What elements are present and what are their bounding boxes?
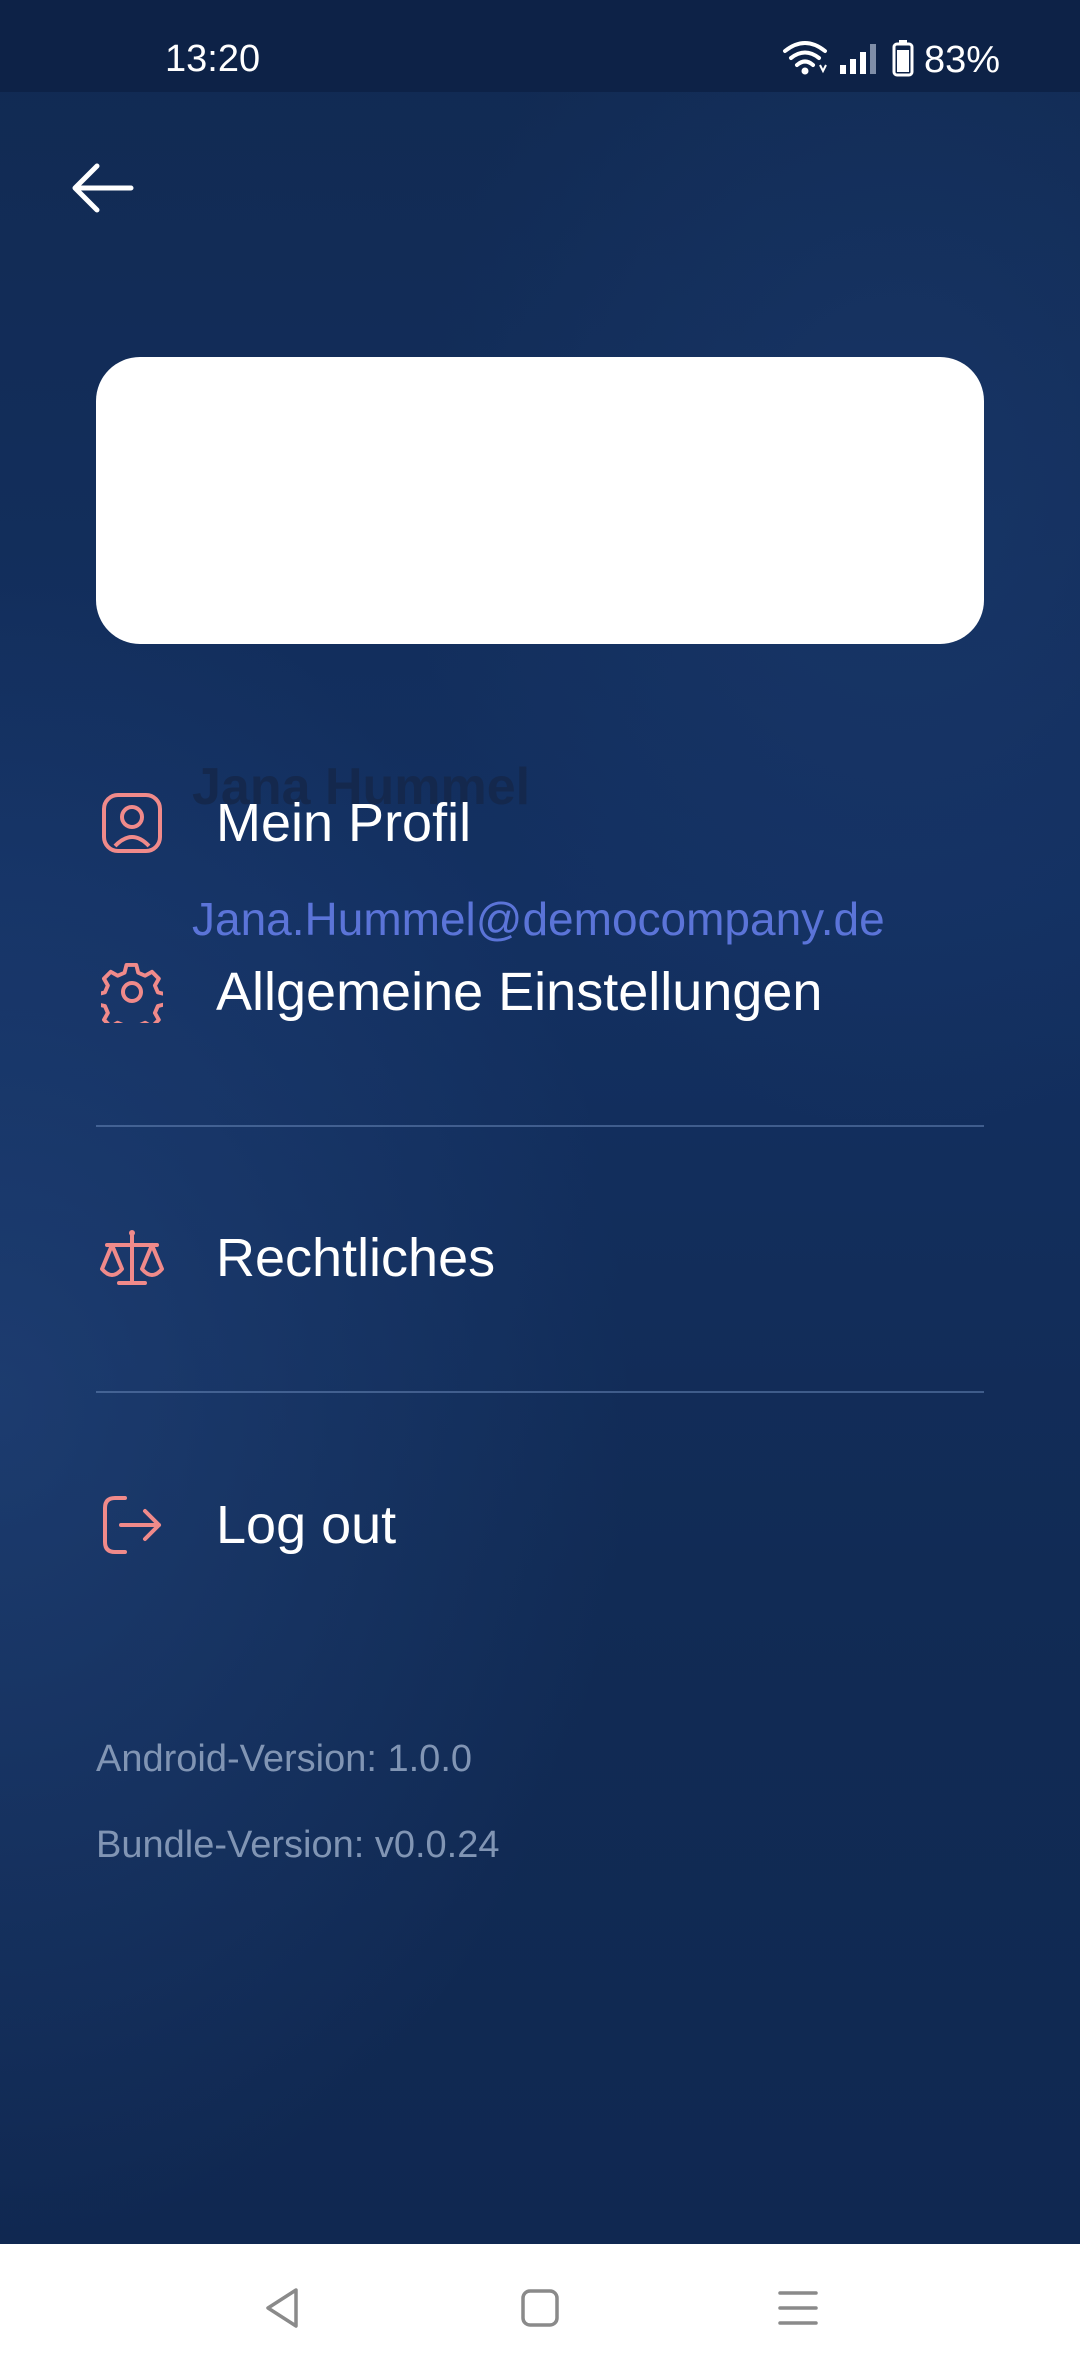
nav-menu-button[interactable] (758, 2270, 838, 2350)
app-background (0, 0, 1080, 2244)
logout-icon (96, 1489, 168, 1561)
menu-item-label: Log out (216, 1495, 397, 1555)
menu-item-legal[interactable]: Rechtliches (96, 1203, 984, 1313)
back-triangle-icon (262, 2286, 302, 2335)
menu-item-label: Allgemeine Einstellungen (216, 962, 823, 1022)
menu-item-logout[interactable]: Log out (96, 1470, 984, 1580)
battery-percentage: 83% (923, 38, 1000, 81)
menu-item-profile[interactable]: Mein Profil (96, 768, 984, 878)
menu-item-label: Rechtliches (216, 1228, 496, 1288)
nav-home-button[interactable] (500, 2270, 580, 2350)
home-square-icon (520, 2288, 560, 2333)
back-button[interactable] (52, 150, 152, 230)
status-icons: 83% (782, 38, 1000, 82)
arrow-left-icon (69, 163, 135, 218)
wifi-icon (782, 39, 828, 82)
system-nav-bar (0, 2244, 1080, 2376)
menu-item-settings[interactable]: Allgemeine Einstellungen (96, 937, 984, 1047)
status-time: 13:20 (165, 38, 261, 80)
profile-icon (96, 787, 168, 859)
menu-lines-icon (778, 2288, 818, 2333)
divider (96, 1391, 984, 1393)
signal-icon (838, 41, 882, 80)
android-version: Android-Version: 1.0.0 (96, 1738, 473, 1780)
user-card: Jana Hummel Jana.Hummel@democompany.de (96, 357, 984, 945)
menu-item-label: Mein Profil (216, 793, 472, 853)
gear-icon (96, 956, 168, 1028)
battery-icon (892, 39, 914, 82)
scales-icon (96, 1222, 168, 1294)
divider (96, 1125, 984, 1127)
nav-back-button[interactable] (242, 2270, 322, 2350)
bundle-version: Bundle-Version: v0.0.24 (96, 1824, 500, 1866)
status-bar: 13:20 83% (0, 0, 1080, 92)
